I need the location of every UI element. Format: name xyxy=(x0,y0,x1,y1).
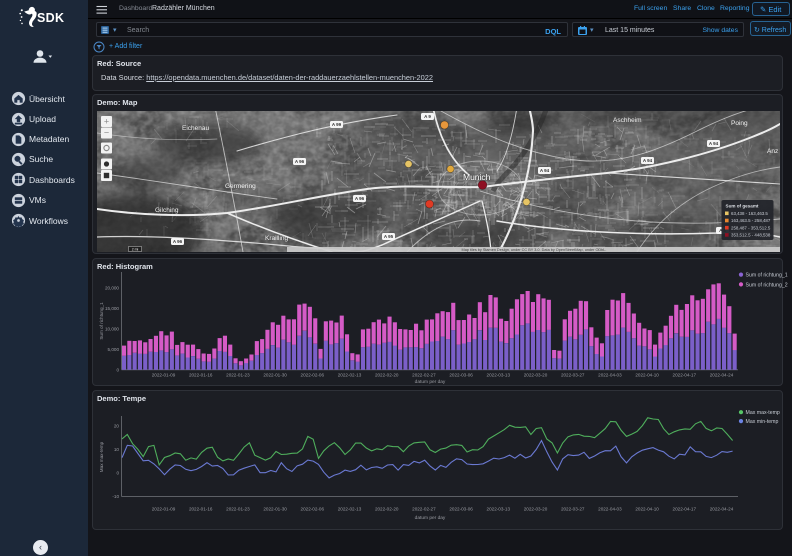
svg-text:2022-01-16: 2022-01-16 xyxy=(189,507,213,512)
svg-text:2022-04-24: 2022-04-24 xyxy=(710,373,734,378)
svg-text:Sum of richtung_1: Sum of richtung_1 xyxy=(99,302,104,340)
svg-text:2022-02-13: 2022-02-13 xyxy=(338,373,362,378)
svg-text:2022-01-23: 2022-01-23 xyxy=(226,507,250,512)
svg-text:2022-04-24: 2022-04-24 xyxy=(710,507,734,512)
svg-text:2022-03-20: 2022-03-20 xyxy=(524,373,548,378)
svg-text:Eichenau: Eichenau xyxy=(182,125,209,132)
svg-text:Germering: Germering xyxy=(225,183,256,190)
svg-text:2022-04-10: 2022-04-10 xyxy=(635,373,659,378)
svg-text:−: − xyxy=(104,128,109,138)
svg-text:Sum of richtung_1: Sum of richtung_1 xyxy=(746,273,788,279)
svg-text:Map tiles by Stamen Design, un: Map tiles by Stamen Design, under CC BY … xyxy=(462,248,607,252)
svg-text:2022-01-09: 2022-01-09 xyxy=(152,373,176,378)
svg-text:2022-02-20: 2022-02-20 xyxy=(375,373,399,378)
svg-text:Max min-temp: Max min-temp xyxy=(746,419,779,425)
svg-text:2022-01-09: 2022-01-09 xyxy=(152,507,176,512)
svg-text:20,000: 20,000 xyxy=(105,285,119,290)
svg-text:2022-03-06: 2022-03-06 xyxy=(449,373,473,378)
svg-text:63,438 - 163,463.5: 63,438 - 163,463.5 xyxy=(731,211,768,216)
svg-text:A 99: A 99 xyxy=(332,122,342,127)
svg-text:A 96: A 96 xyxy=(355,196,365,201)
svg-text:2022-02-27: 2022-02-27 xyxy=(412,373,436,378)
svg-text:A 95: A 95 xyxy=(384,234,394,239)
svg-text:2022-03-06: 2022-03-06 xyxy=(449,507,473,512)
svg-text:SDK: SDK xyxy=(37,11,64,25)
svg-text:A 96: A 96 xyxy=(173,239,183,244)
svg-text:0: 0 xyxy=(116,367,119,372)
svg-text:A 94: A 94 xyxy=(540,168,550,173)
svg-text:258,487 - 353,512.5: 258,487 - 353,512.5 xyxy=(731,225,771,230)
svg-text:2022-01-30: 2022-01-30 xyxy=(263,507,287,512)
svg-text:2022-04-03: 2022-04-03 xyxy=(598,507,622,512)
svg-text:A 96: A 96 xyxy=(295,159,305,164)
svg-text:2022-01-16: 2022-01-16 xyxy=(189,373,213,378)
svg-text:2022-04-03: 2022-04-03 xyxy=(598,373,622,378)
svg-text:Sum of richtung_2: Sum of richtung_2 xyxy=(746,282,788,288)
svg-text:2022-03-20: 2022-03-20 xyxy=(524,507,548,512)
svg-text:Poing: Poing xyxy=(731,120,748,127)
svg-text:2022-02-20: 2022-02-20 xyxy=(375,507,399,512)
svg-text:A 94: A 94 xyxy=(709,141,719,146)
svg-text:2022-03-13: 2022-03-13 xyxy=(487,373,511,378)
svg-text:2022-01-23: 2022-01-23 xyxy=(226,373,250,378)
svg-text:2022-02-27: 2022-02-27 xyxy=(412,507,436,512)
svg-text:10,000: 10,000 xyxy=(105,326,119,331)
svg-text:datum per day: datum per day xyxy=(415,515,446,521)
svg-text:Max max-temp: Max max-temp xyxy=(746,410,780,416)
svg-text:20: 20 xyxy=(114,424,120,429)
svg-text:-10: -10 xyxy=(112,494,119,499)
svg-text:2 mi: 2 mi xyxy=(132,248,139,252)
svg-text:10: 10 xyxy=(114,447,120,452)
svg-text:0: 0 xyxy=(116,471,119,476)
svg-text:2022-02-06: 2022-02-06 xyxy=(301,373,325,378)
svg-text:Sum of gesamt: Sum of gesamt xyxy=(726,204,759,209)
svg-text:2022-01-30: 2022-01-30 xyxy=(263,373,287,378)
svg-text:2022-03-27: 2022-03-27 xyxy=(561,373,585,378)
svg-text:Max max-temp: Max max-temp xyxy=(99,441,104,472)
svg-text:2022-04-17: 2022-04-17 xyxy=(673,373,697,378)
svg-text:15,000: 15,000 xyxy=(105,306,119,311)
svg-text:2022-04-10: 2022-04-10 xyxy=(635,507,659,512)
svg-text:A 94: A 94 xyxy=(643,158,653,163)
svg-text:163,463.5 - 258,487: 163,463.5 - 258,487 xyxy=(731,218,771,223)
svg-text:Aschheim: Aschheim xyxy=(613,117,642,124)
svg-text:datum per day: datum per day xyxy=(415,379,446,385)
svg-text:Anz: Anz xyxy=(767,148,778,155)
svg-text:2022-03-13: 2022-03-13 xyxy=(487,507,511,512)
svg-text:2022-02-13: 2022-02-13 xyxy=(338,507,362,512)
svg-text:A 9: A 9 xyxy=(424,114,431,119)
svg-text:Krailling: Krailling xyxy=(265,235,289,242)
svg-text:2022-02-06: 2022-02-06 xyxy=(301,507,325,512)
svg-text:5,000: 5,000 xyxy=(108,347,120,352)
svg-text:353,512.5 - 448,538: 353,512.5 - 448,538 xyxy=(731,233,771,238)
svg-text:2022-04-17: 2022-04-17 xyxy=(673,507,697,512)
svg-text:Gilching: Gilching xyxy=(155,207,179,214)
svg-text:Munich: Munich xyxy=(463,172,491,182)
svg-text:2022-03-27: 2022-03-27 xyxy=(561,507,585,512)
svg-text:+: + xyxy=(104,117,109,127)
